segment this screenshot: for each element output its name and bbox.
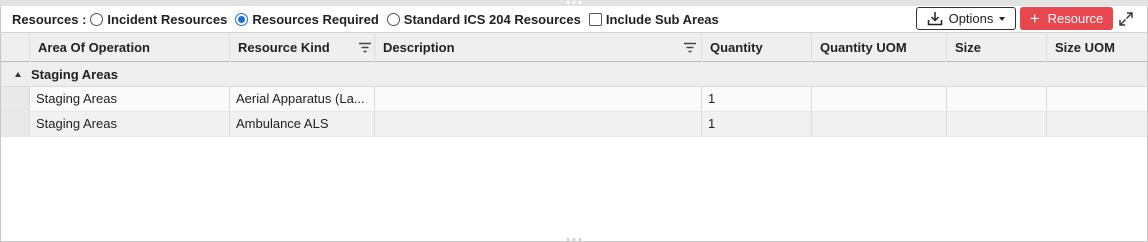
radio-button[interactable] bbox=[235, 12, 249, 26]
download-icon bbox=[927, 12, 942, 26]
column-header-description[interactable]: Description bbox=[375, 33, 702, 62]
row-header[interactable] bbox=[1, 112, 30, 136]
radio-resources-required[interactable]: Resources Required bbox=[235, 11, 379, 27]
table-row[interactable]: Staging Areas Ambulance ALS 1 bbox=[1, 112, 1147, 137]
resources-label: Resources : bbox=[12, 11, 87, 27]
chevron-down-icon bbox=[999, 16, 1006, 21]
row-header-corner bbox=[1, 33, 30, 62]
expand-icon[interactable] bbox=[1117, 10, 1135, 28]
cell-size-uom bbox=[1047, 87, 1147, 111]
column-header-label: Resource Kind bbox=[238, 40, 330, 55]
filter-icon[interactable] bbox=[358, 42, 372, 53]
cell-quantity: 1 bbox=[702, 87, 812, 111]
resource-button-label: Resource bbox=[1047, 11, 1104, 26]
radio-button[interactable] bbox=[386, 12, 400, 26]
table-row[interactable]: Staging Areas Aerial Apparatus (La... 1 bbox=[1, 87, 1147, 112]
radio-standard-ics-204[interactable]: Standard ICS 204 Resources bbox=[386, 11, 581, 27]
collapse-triangle-icon[interactable] bbox=[15, 72, 21, 77]
radio-label: Standard ICS 204 Resources bbox=[403, 11, 581, 27]
column-header-area-of-operation[interactable]: Area Of Operation bbox=[30, 33, 230, 62]
cell-quantity: 1 bbox=[702, 112, 812, 136]
bottom-drag-handle[interactable] bbox=[566, 238, 582, 241]
cell-size bbox=[947, 112, 1047, 136]
column-header-size[interactable]: Size bbox=[947, 33, 1047, 62]
cell-quantity-uom bbox=[812, 112, 947, 136]
checkbox[interactable] bbox=[588, 12, 602, 26]
checkbox-label: Include Sub Areas bbox=[605, 11, 719, 27]
group-row[interactable]: Staging Areas bbox=[1, 62, 1147, 87]
cell-resource-kind: Aerial Apparatus (La... bbox=[230, 87, 375, 111]
resources-panel: Resources : Incident Resources Resources… bbox=[0, 6, 1148, 242]
group-label: Staging Areas bbox=[31, 67, 118, 82]
radio-label: Resources Required bbox=[252, 11, 379, 27]
cell-size-uom bbox=[1047, 112, 1147, 136]
radio-label: Incident Resources bbox=[107, 11, 228, 27]
cell-area: Staging Areas bbox=[30, 112, 230, 136]
cell-area: Staging Areas bbox=[30, 87, 230, 111]
column-header-quantity[interactable]: Quantity bbox=[702, 33, 812, 62]
grid-header: Area Of Operation Resource Kind Descript… bbox=[1, 32, 1147, 62]
cell-description bbox=[375, 112, 702, 136]
add-resource-button[interactable]: + Resource bbox=[1020, 7, 1113, 30]
cell-description bbox=[375, 87, 702, 111]
resources-grid: Area Of Operation Resource Kind Descript… bbox=[1, 32, 1147, 137]
radio-incident-resources[interactable]: Incident Resources bbox=[90, 12, 227, 27]
column-header-label: Description bbox=[383, 40, 455, 55]
include-sub-areas-checkbox[interactable]: Include Sub Areas bbox=[588, 11, 719, 27]
column-header-quantity-uom[interactable]: Quantity UOM bbox=[812, 33, 947, 62]
column-header-resource-kind[interactable]: Resource Kind bbox=[230, 33, 375, 62]
row-header[interactable] bbox=[1, 87, 30, 111]
options-label: Options bbox=[948, 11, 994, 26]
cell-resource-kind: Ambulance ALS bbox=[230, 112, 375, 136]
filter-icon[interactable] bbox=[683, 42, 697, 53]
radio-button[interactable] bbox=[90, 12, 104, 26]
plus-icon: + bbox=[1029, 9, 1040, 28]
column-header-size-uom[interactable]: Size UOM bbox=[1047, 33, 1147, 62]
options-button[interactable]: Options bbox=[916, 7, 1016, 30]
drag-handle[interactable] bbox=[566, 1, 582, 4]
cell-size bbox=[947, 87, 1047, 111]
cell-quantity-uom bbox=[812, 87, 947, 111]
